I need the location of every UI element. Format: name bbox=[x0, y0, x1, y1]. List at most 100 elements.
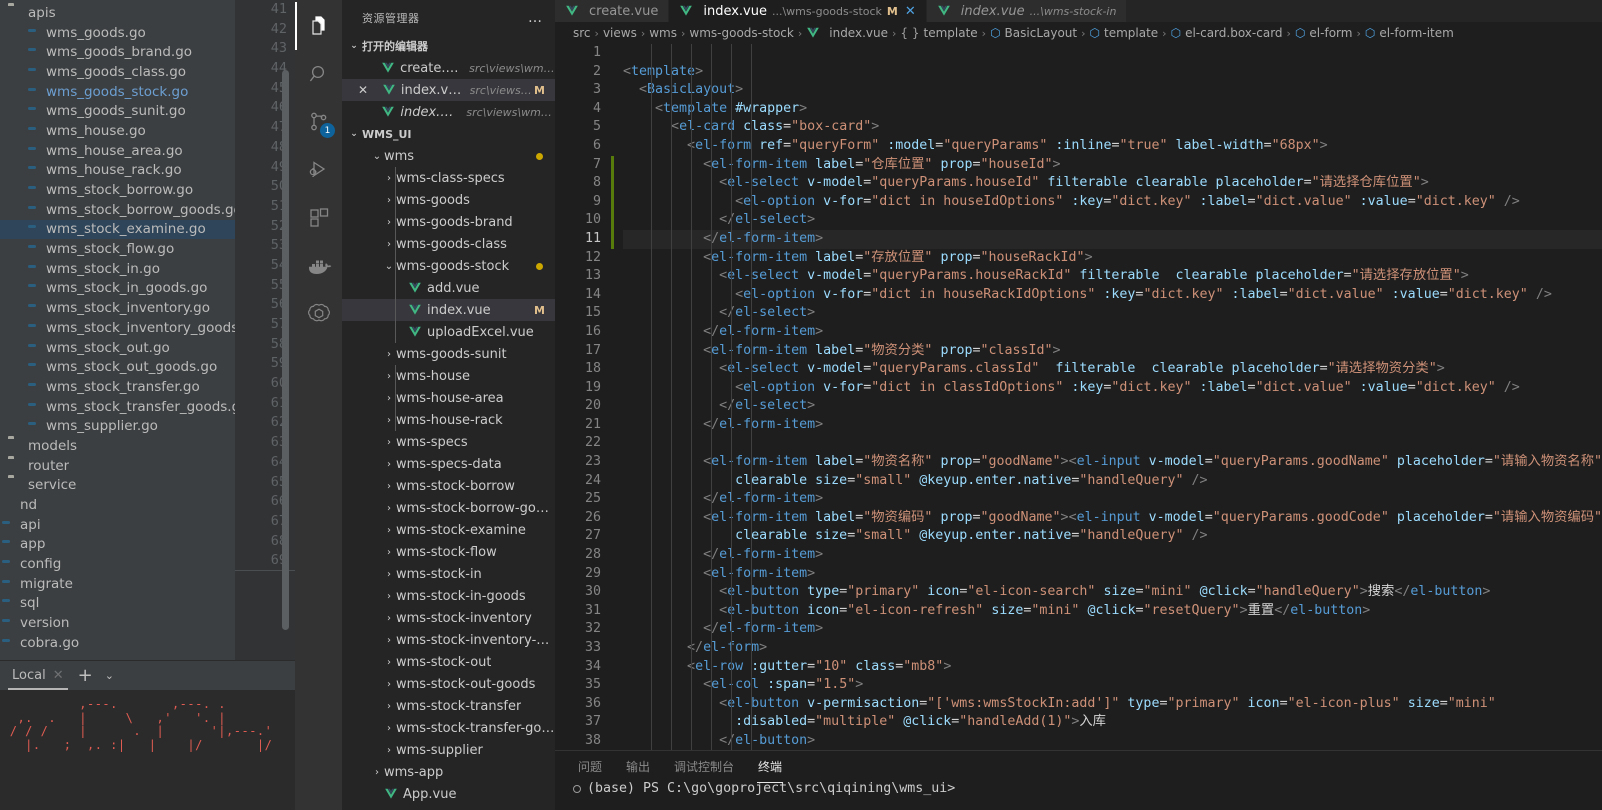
breadcrumb-item[interactable]: ⬡ BasicLayout bbox=[990, 26, 1077, 40]
breadcrumb-item[interactable]: ⬡ el-form bbox=[1295, 26, 1353, 40]
chevron-right-icon[interactable]: › bbox=[382, 657, 396, 668]
chevron-right-icon[interactable]: › bbox=[382, 569, 396, 580]
openai-icon[interactable] bbox=[295, 290, 342, 338]
project-file-item[interactable]: add.vue bbox=[342, 277, 555, 299]
code-content[interactable]: <template> <BasicLayout> <template #wrap… bbox=[623, 44, 1602, 750]
code-line[interactable]: </el-form-item> bbox=[623, 490, 1602, 509]
project-folder-item[interactable]: › wms-stock-transfer-goods bbox=[342, 717, 555, 739]
code-line[interactable]: <el-card class="box-card"> bbox=[623, 118, 1602, 137]
code-line[interactable] bbox=[623, 434, 1602, 453]
explorer-icon[interactable] bbox=[295, 2, 342, 50]
docker-icon[interactable] bbox=[295, 242, 342, 290]
project-folder-item[interactable]: › wms-goods-class bbox=[342, 233, 555, 255]
panel-tab[interactable]: 问题 bbox=[577, 754, 603, 779]
code-line[interactable]: </el-form-item> bbox=[623, 546, 1602, 565]
code-line[interactable]: </el-form> bbox=[623, 639, 1602, 658]
chevron-right-icon[interactable]: › bbox=[382, 481, 396, 492]
chevron-right-icon[interactable]: › bbox=[382, 613, 396, 624]
code-line[interactable]: <el-button v-permisaction="['wms:wmsStoc… bbox=[623, 695, 1602, 714]
code-line[interactable]: </el-button> bbox=[623, 732, 1602, 750]
breadcrumb-item[interactable]: ⬡ el-card.box-card bbox=[1171, 26, 1283, 40]
breadcrumb-item[interactable]: index.vue bbox=[806, 26, 888, 40]
project-folder-item[interactable]: › wms-goods-sunit bbox=[342, 343, 555, 365]
breadcrumb-item[interactable]: { } template bbox=[900, 26, 977, 40]
project-folder-item[interactable]: › wms-stock-transfer bbox=[342, 695, 555, 717]
project-folder-item[interactable]: › wms-stock-out bbox=[342, 651, 555, 673]
project-folder-item[interactable]: › wms-specs-data bbox=[342, 453, 555, 475]
open-editors-section-header[interactable]: ⌄ 打开的编辑器 bbox=[342, 35, 555, 57]
project-folder-item[interactable]: › wms-house-area bbox=[342, 387, 555, 409]
code-line[interactable]: <el-form-item label="物资编码" prop="goodNam… bbox=[623, 509, 1602, 528]
open-editor-item[interactable]: create.vue src\views\wms\... bbox=[342, 57, 555, 79]
code-line[interactable]: <el-button icon="el-icon-refresh" size="… bbox=[623, 602, 1602, 621]
code-line[interactable]: <el-option v-for="dict in houseIdOptions… bbox=[623, 193, 1602, 212]
code-editor[interactable]: 1 2 3 4 5 6 7 8 9 10 11 12 13 14 15 16 17 18 19 20 21 22 23 24 2… bbox=[555, 44, 1602, 750]
goland-terminal-tab-local[interactable]: Local ✕ bbox=[10, 664, 66, 687]
goland-file-tree[interactable]: apis wms_goods.go wms_goods_brand.go wms_go… bbox=[0, 0, 295, 660]
chevron-down-icon[interactable]: ⌄ bbox=[105, 669, 114, 682]
code-line[interactable]: <el-select v-model="queryParams.classId"… bbox=[623, 360, 1602, 379]
project-folder-item[interactable]: › wms-house-rack bbox=[342, 409, 555, 431]
code-line[interactable]: :disabled="multiple" @click="handleAdd(1… bbox=[623, 713, 1602, 732]
code-line[interactable]: </el-select> bbox=[623, 304, 1602, 323]
close-icon[interactable]: ✕ bbox=[905, 4, 916, 19]
code-line[interactable]: <el-col :span="1.5"> bbox=[623, 676, 1602, 695]
code-line[interactable]: <el-form-item label="物资分类" prop="classId… bbox=[623, 342, 1602, 361]
code-line[interactable]: </el-select> bbox=[623, 397, 1602, 416]
goland-terminal-output[interactable]: ,---. ,---. . , ,. . | \ ,' '. | | / / /… bbox=[0, 690, 295, 810]
project-section-header[interactable]: ⌄ WMS_UI bbox=[342, 123, 555, 145]
ellipsis-icon[interactable]: … bbox=[528, 10, 543, 26]
project-folder-item[interactable]: › wms-stock-flow bbox=[342, 541, 555, 563]
code-line[interactable]: clearable size="small" @keyup.enter.nati… bbox=[623, 527, 1602, 546]
chevron-right-icon[interactable]: › bbox=[382, 679, 396, 690]
chevron-right-icon[interactable]: › bbox=[382, 459, 396, 470]
project-folder-item[interactable]: ⌄ wms bbox=[342, 145, 555, 167]
chevron-down-icon[interactable]: ⌄ bbox=[382, 261, 396, 272]
chevron-right-icon[interactable]: › bbox=[382, 195, 396, 206]
breadcrumb-item[interactable]: ⬡ el-form-item bbox=[1365, 26, 1454, 40]
chevron-right-icon[interactable]: › bbox=[382, 745, 396, 756]
chevron-right-icon[interactable]: › bbox=[382, 591, 396, 602]
panel-tab[interactable]: 调试控制台 bbox=[673, 754, 735, 779]
chevron-right-icon[interactable]: › bbox=[382, 393, 396, 404]
chevron-right-icon[interactable]: › bbox=[382, 217, 396, 228]
chevron-right-icon[interactable]: › bbox=[382, 437, 396, 448]
code-line[interactable]: <el-form-item label="存放位置" prop="houseRa… bbox=[623, 249, 1602, 268]
code-line[interactable]: </el-form-item> bbox=[623, 416, 1602, 435]
project-folder-item[interactable]: › wms-goods-brand bbox=[342, 211, 555, 233]
editor-tab[interactable]: create.vue bbox=[555, 0, 670, 22]
editor-tab[interactable]: index.vue ...\wms-goods-stock M ✕ bbox=[669, 0, 927, 22]
chevron-right-icon[interactable]: › bbox=[382, 239, 396, 250]
chevron-down-icon[interactable]: ⌄ bbox=[370, 151, 384, 162]
code-line[interactable]: <template #wrapper> bbox=[623, 100, 1602, 119]
code-line[interactable]: <BasicLayout> bbox=[623, 81, 1602, 100]
project-file-tree[interactable]: ⌄ wms › wms-class-specs › wms-goods › wms-goods… bbox=[342, 145, 555, 810]
breadcrumb-item[interactable]: src bbox=[573, 26, 591, 40]
chevron-right-icon[interactable]: › bbox=[382, 701, 396, 712]
project-folder-item[interactable]: › wms-goods bbox=[342, 189, 555, 211]
breadcrumb-item[interactable]: wms-goods-stock bbox=[689, 26, 793, 40]
run-and-debug-icon[interactable] bbox=[295, 146, 342, 194]
project-file-item[interactable]: App.vue bbox=[342, 783, 555, 805]
code-line[interactable]: <el-row :gutter="10" class="mb8"> bbox=[623, 658, 1602, 677]
code-line[interactable] bbox=[623, 44, 1602, 63]
code-line[interactable]: clearable size="small" @keyup.enter.nati… bbox=[623, 472, 1602, 491]
code-line[interactable]: <el-form ref="queryForm" :model="queryPa… bbox=[623, 137, 1602, 156]
panel-tab[interactable]: 输出 bbox=[625, 754, 651, 779]
chevron-right-icon[interactable]: › bbox=[382, 349, 396, 360]
project-folder-item[interactable]: › wms-specs bbox=[342, 431, 555, 453]
code-line[interactable]: <template> bbox=[623, 63, 1602, 82]
source-control-icon[interactable]: 1 bbox=[295, 98, 342, 146]
close-icon[interactable]: ✕ bbox=[53, 668, 64, 683]
project-folder-item[interactable]: › wms-supplier bbox=[342, 739, 555, 761]
code-line[interactable]: </el-form-item> bbox=[623, 620, 1602, 639]
open-editor-item[interactable]: index.vue src\views\wms\... bbox=[342, 101, 555, 123]
project-folder-item[interactable]: ⌄ wms-goods-stock bbox=[342, 255, 555, 277]
chevron-right-icon[interactable]: › bbox=[382, 635, 396, 646]
breadcrumb-item[interactable]: views bbox=[603, 26, 637, 40]
project-folder-item[interactable]: › wms-stock-inventory bbox=[342, 607, 555, 629]
project-folder-item[interactable]: › wms-stock-borrow-goods bbox=[342, 497, 555, 519]
project-folder-item[interactable]: › wms-class-specs bbox=[342, 167, 555, 189]
editor-tab[interactable]: index.vue ...\wms-stock-in bbox=[926, 0, 1128, 22]
project-file-item[interactable]: uploadExcel.vue bbox=[342, 321, 555, 343]
